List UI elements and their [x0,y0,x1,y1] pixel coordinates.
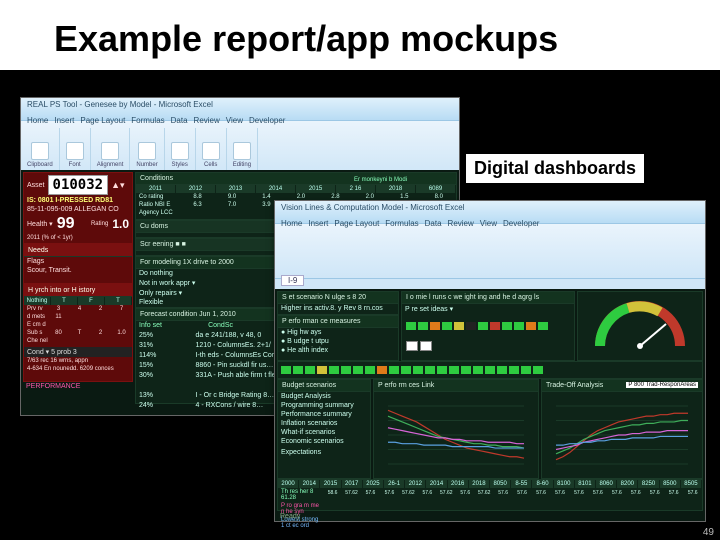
tab[interactable]: Review [448,219,474,228]
history-footer: Cond ▾ 5 prob 3 [24,347,132,357]
perf-title: P erfo rman ce measures [278,316,398,328]
worksheet-b: S et scenario N ulge s 8 20 Higher ins a… [275,289,705,521]
tab[interactable]: View [226,116,243,125]
center-chart-panel: P erfo rm ces Link [373,379,539,479]
tab[interactable]: Page Layout [80,116,125,125]
tab[interactable]: Insert [308,219,328,228]
timeline-strip [277,361,703,379]
ribbon-group: Cells [196,128,227,170]
ribbon-group: Clipboard [21,128,60,170]
forecast-title: Forecast condition Jun 1, 2010 [140,311,236,318]
ribbon-group: Number [130,128,164,170]
rating-value: 1.0 [112,217,129,231]
line-chart-left [374,392,538,478]
status-bar: Ready [277,512,303,521]
scenario-title: S et scenario N ulge s 8 20 [278,292,398,304]
asset-label: Asset [27,182,45,189]
chart-legend[interactable]: P 800 Trad-ResponAreas [626,382,698,388]
need-item: Scour, Transit. [24,266,132,275]
scenario-panel: S et scenario N ulge s 8 20 Higher ins a… [277,291,399,315]
ribbon-group: Alignment [91,128,131,170]
tab[interactable]: Page Layout [334,219,379,228]
asset-route: IS: 0801 I-PRESSED RD81 [24,196,132,205]
asset-panel: Asset 010032 ▲▾ IS: 0801 I-PRESSED RD81 … [23,172,133,244]
tab[interactable]: Developer [249,116,285,125]
slide-caption: Digital dashboards [466,154,644,183]
preset-select[interactable]: P re set ideas ▾ [402,304,574,314]
font-icon[interactable] [66,142,84,160]
budget-item[interactable]: Programming summary [278,401,370,410]
perf-row[interactable]: ● Hig hw ays [278,328,398,337]
soh-label: 2011 (% of < 1yr) [24,234,132,242]
ribbon-group: Font [60,128,91,170]
budget-item[interactable]: Inflation scenarios [278,419,370,428]
health-value: 99 [57,215,75,233]
asset-id[interactable]: 010032 [48,175,109,195]
divider-label: Er monkeyni b Modi [351,176,410,184]
weight-panel: I o mie l runs c we ight ing and he d ag… [401,291,575,361]
right-chart-panel: Trade-Off Analysis P 800 Trad-ResponArea… [541,379,703,479]
budget-item[interactable]: Performance summary [278,410,370,419]
health-label[interactable]: Health ▾ [27,220,53,228]
editing-icon[interactable] [233,142,251,160]
needs-panel: Needs Flags Scour, Transit. [23,244,133,284]
tab[interactable]: Home [27,116,48,125]
perf-panel: P erfo rman ce measures ● Hig hw ays ● B… [277,315,399,361]
year-row: 2000201420152017202526-12012201420162018… [278,480,702,488]
need-item: Flags [24,257,132,266]
ribbon-tabs-a: Home Insert Page Layout Formulas Data Re… [27,116,285,125]
styles-icon[interactable] [171,142,189,160]
budget-title: Budget scenarios [278,380,370,392]
tab[interactable]: Review [194,116,220,125]
mockup-b: Vision Lines & Computation Model - Micro… [274,200,706,522]
budget-item[interactable]: Economic scenarios [278,437,370,446]
ribbon-b: Home Insert Page Layout Formulas Data Re… [275,224,705,279]
budget-panel: Budget scenarios Budget AnalysisProgramm… [277,379,371,479]
stepper-icon[interactable]: ▲▾ [111,180,124,191]
tab[interactable]: Home [281,219,302,228]
history-footer: 4-634 En nounedd. 6209 conces [24,365,132,373]
slide: Example report/app mockups Digital dashb… [0,0,720,540]
center-chart-title: P erfo rm ces Link [374,380,538,392]
ribbon-a: Home Insert Page Layout Formulas Data Re… [21,121,459,176]
budget-item[interactable]: Expectations [278,448,370,457]
right-chart-title: Trade-Off Analysis [546,382,603,389]
conditions-years: 201120122013201420152 1620186089 [136,185,456,193]
tab[interactable]: Developer [503,219,539,228]
cells-icon[interactable] [202,142,220,160]
perf-row[interactable]: ● B udge t utpu [278,337,398,346]
status-label: PERFORMANCE [23,382,83,391]
history-panel: H yrch into or H istory NothingTFT Prv r… [23,284,133,382]
number-icon[interactable] [138,142,156,160]
ribbon-tabs-b: Home Insert Page Layout Formulas Data Re… [281,219,539,228]
ribbon-group: Editing [227,128,258,170]
budget-item[interactable]: What-if scenarios [278,428,370,437]
line-chart-right [542,392,702,478]
history-footer: 7/63 rec 16 wrns, appn [24,357,132,365]
asset-location: 85-11-095-009 ALLEGAN CO [24,205,132,214]
slide-title: Example report/app mockups [42,12,570,66]
rating-label: Rating [91,221,108,227]
gauge-panel [577,291,703,361]
paste-icon[interactable] [31,142,49,160]
tab[interactable]: Formulas [131,116,164,125]
weight-title: I o mie l runs c we ight ing and he d ag… [402,292,574,304]
history-header: NothingTFT [24,297,132,305]
perf-row[interactable]: ● He alth index [278,346,398,355]
gauge-chart [578,292,702,360]
page-number: 49 [703,527,714,538]
needs-title: Needs [24,245,132,257]
tab[interactable]: Data [171,116,188,125]
tab[interactable]: Formulas [385,219,418,228]
history-title: H yrch into or H istory [24,285,132,297]
ribbon-group: Styles [165,128,196,170]
align-icon[interactable] [101,142,119,160]
tab[interactable]: View [480,219,497,228]
budget-item[interactable]: Budget Analysis [278,392,370,401]
bottom-table: 2000201420152017202526-12012201420162018… [277,479,703,511]
cell-ref[interactable]: I-9 [281,275,304,286]
tab[interactable]: Insert [54,116,74,125]
row-label: Th res her 8 61.28 [278,488,323,502]
tab[interactable]: Data [425,219,442,228]
